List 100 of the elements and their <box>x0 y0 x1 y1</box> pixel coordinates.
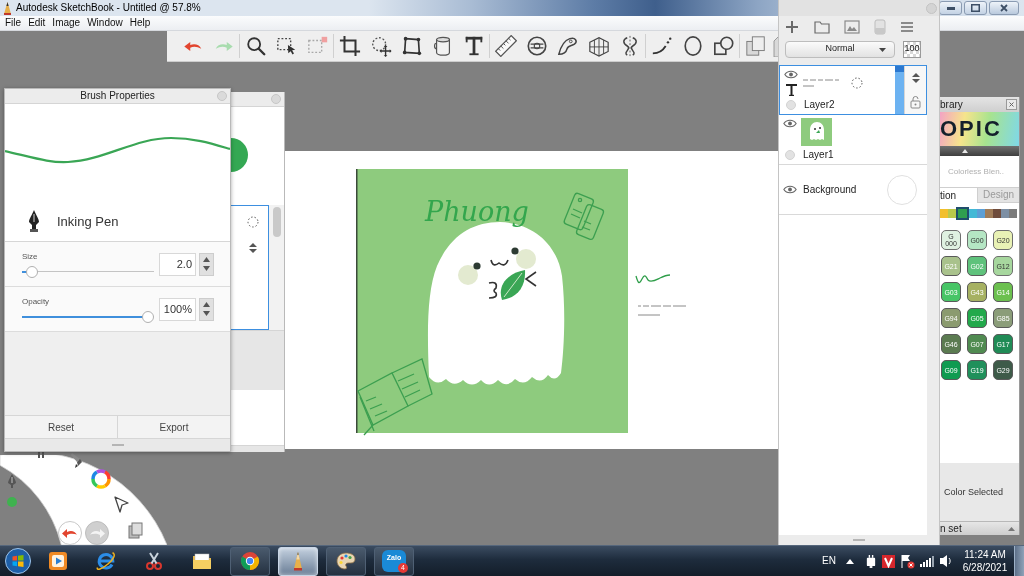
color-chip[interactable] <box>948 209 956 218</box>
handwriting-drawing <box>637 305 687 316</box>
start-icon[interactable] <box>5 548 31 574</box>
layer-row[interactable]: Layer2 <box>779 65 927 115</box>
brush-icon[interactable] <box>70 453 84 468</box>
flag-icon[interactable] <box>900 553 915 569</box>
blend-mode-dropdown[interactable]: Normal <box>785 40 895 58</box>
up-down-arrows-icon[interactable] <box>247 242 258 254</box>
pen-icon[interactable] <box>7 474 17 488</box>
spinner-control[interactable] <box>199 297 214 321</box>
dashed-circle-icon <box>246 216 259 228</box>
close-icon[interactable] <box>1006 99 1017 110</box>
folder-icon[interactable] <box>192 551 212 571</box>
menu-item[interactable]: Edit <box>28 18 46 28</box>
logo-text: OPIC <box>940 118 1002 140</box>
lettering-text: Phuong <box>425 196 529 227</box>
plug-icon[interactable] <box>865 554 877 568</box>
magnifier-icon[interactable] <box>244 35 267 57</box>
color-chip[interactable] <box>977 209 985 218</box>
play-tile-icon[interactable] <box>48 551 68 571</box>
eye-icon[interactable] <box>783 185 797 194</box>
reset-button[interactable]: Reset <box>5 416 118 438</box>
french-curve-icon[interactable] <box>556 35 579 57</box>
copy-icon[interactable] <box>128 522 143 539</box>
down-arrow-icon[interactable] <box>203 311 210 316</box>
color-chip[interactable] <box>993 209 1001 218</box>
up-arrow-icon[interactable] <box>203 302 210 307</box>
up-down-arrows-icon[interactable] <box>910 71 921 84</box>
menu-icon[interactable] <box>900 21 914 33</box>
layer-name: Background <box>802 184 857 195</box>
tab[interactable]: tion <box>940 188 978 203</box>
language-indicator[interactable]: EN <box>822 556 836 566</box>
size-slider[interactable] <box>22 265 154 278</box>
color-chip[interactable] <box>956 207 969 220</box>
scissors-icon[interactable] <box>144 551 164 571</box>
layer-tile-icon[interactable] <box>874 19 886 35</box>
copy-icon[interactable] <box>744 35 767 57</box>
layer-row[interactable]: Layer1 <box>779 115 927 165</box>
pen-nib-icon <box>28 210 40 232</box>
v-tile-icon[interactable] <box>882 554 895 568</box>
palette-icon <box>336 551 356 571</box>
plus-icon[interactable] <box>784 19 800 35</box>
selection-icon[interactable] <box>275 35 298 57</box>
export-button[interactable]: Export <box>118 416 230 438</box>
maximize-icon <box>971 4 980 12</box>
clock-time[interactable]: 11:24 AM <box>964 549 1006 560</box>
taskbar-button[interactable] <box>230 546 270 576</box>
size-field[interactable]: 2.0 <box>159 252 196 276</box>
layer-name: Layer2 <box>803 100 835 111</box>
cursor-icon[interactable] <box>114 496 130 514</box>
undo-icon[interactable] <box>58 521 82 545</box>
signal-icon[interactable] <box>920 555 934 567</box>
menu-item[interactable]: Image <box>52 18 81 28</box>
color-dot-icon[interactable] <box>7 497 17 507</box>
close-button[interactable] <box>989 1 1019 15</box>
shapes-icon[interactable] <box>712 35 735 57</box>
eye-icon[interactable] <box>784 70 798 79</box>
curve-icon[interactable] <box>650 35 673 57</box>
selection-bar <box>895 66 904 114</box>
color-chip[interactable] <box>1009 209 1017 218</box>
list-item[interactable] <box>231 205 269 330</box>
slider-label: Size <box>22 252 38 261</box>
panel-title: Brush Properties <box>80 91 155 101</box>
taskbar-button[interactable] <box>326 546 366 576</box>
menu-item[interactable]: Window <box>87 18 123 28</box>
menu-item[interactable]: File <box>5 18 22 28</box>
maximize-button[interactable] <box>964 1 987 15</box>
slider-thumb[interactable] <box>142 310 154 323</box>
image-icon[interactable] <box>844 20 860 34</box>
ellipse-guide-icon[interactable] <box>525 35 548 57</box>
eye-icon[interactable] <box>783 119 797 128</box>
color-chip[interactable] <box>969 209 977 218</box>
speaker-icon[interactable] <box>939 554 951 568</box>
up-arrow-icon[interactable] <box>203 257 210 262</box>
color-chip[interactable] <box>1001 209 1009 218</box>
color-chip[interactable] <box>985 209 993 218</box>
color-wheel-icon[interactable] <box>91 469 111 489</box>
bars-icon[interactable] <box>38 452 44 458</box>
round-logo-icon <box>240 551 260 571</box>
spinner-control[interactable] <box>199 252 214 276</box>
slider-thumb[interactable] <box>25 265 38 278</box>
down-arrow-icon[interactable] <box>203 266 210 271</box>
swoosh-ring-icon[interactable] <box>96 551 116 571</box>
window-title: Autodesk SketchBook - Untitled @ 57.8% <box>16 3 201 13</box>
minimize-button[interactable] <box>939 1 962 15</box>
caret-up-icon[interactable] <box>846 558 854 564</box>
opacity-field[interactable]: 100% <box>159 297 196 321</box>
perspective-grid-icon[interactable] <box>587 35 610 57</box>
text-layer-icon <box>785 83 797 96</box>
color-chip[interactable] <box>940 209 948 218</box>
opacity-slider[interactable] <box>22 310 154 323</box>
opacity-field[interactable]: 100 <box>903 40 921 58</box>
clock-date[interactable]: 6/28/2021 <box>962 562 1008 573</box>
ellipse-icon[interactable] <box>681 35 704 57</box>
dashed-circle-move-icon[interactable] <box>369 35 392 57</box>
slider-label: Opacity <box>22 297 50 306</box>
menu-item[interactable]: Help <box>129 18 151 28</box>
scrollbar-thumb[interactable] <box>272 207 281 237</box>
crop-icon[interactable] <box>338 35 361 57</box>
quad-icon[interactable] <box>400 35 423 57</box>
